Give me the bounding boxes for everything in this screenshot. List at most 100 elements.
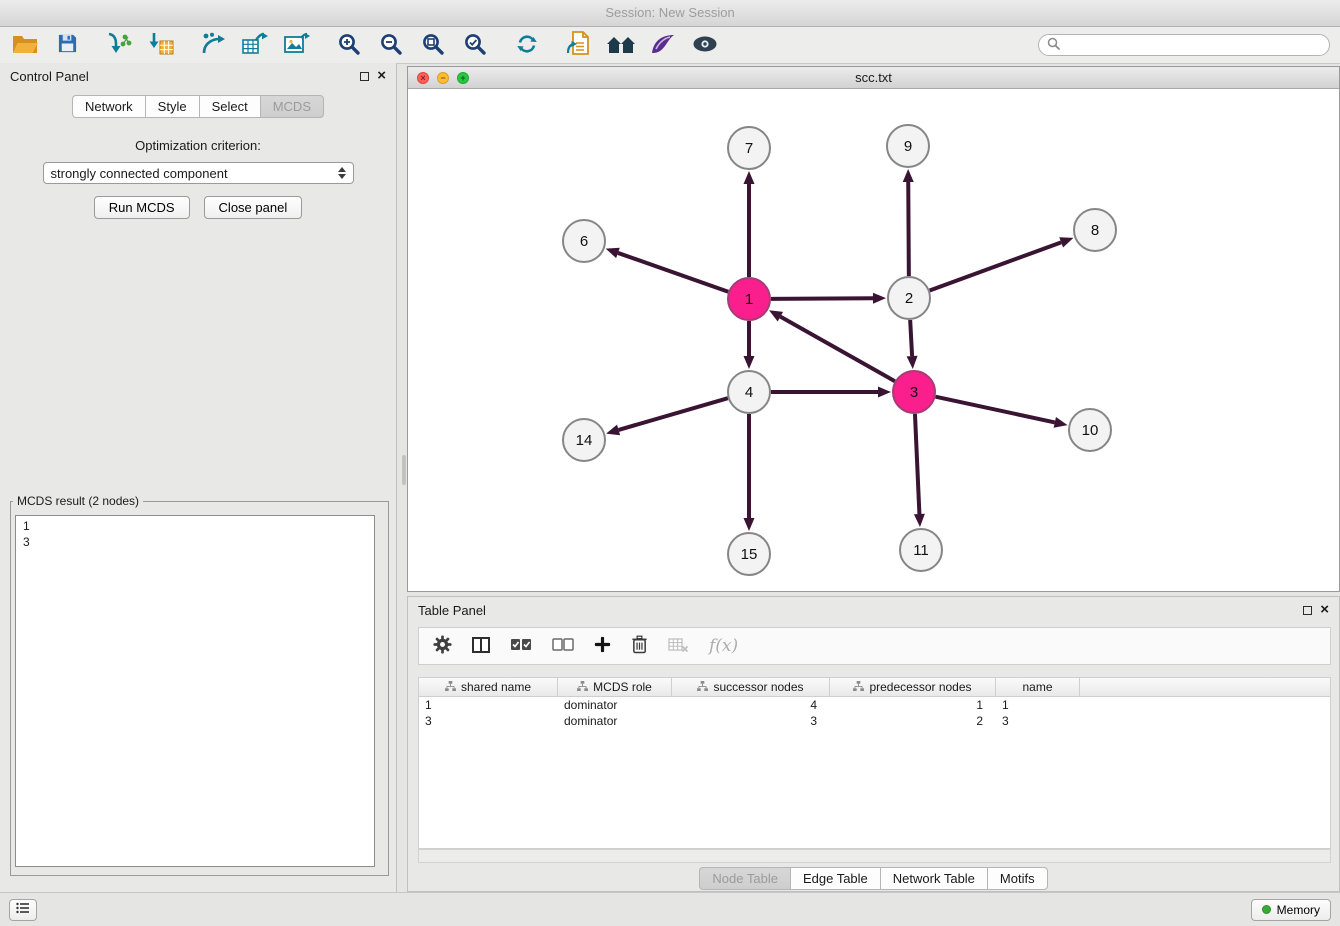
graph-node-1[interactable]: 1 <box>728 278 770 320</box>
open-session-button[interactable] <box>10 30 40 60</box>
show-hide-button[interactable] <box>690 30 720 60</box>
deselect-all-button[interactable] <box>552 632 574 660</box>
export-image-button[interactable] <box>282 30 312 60</box>
save-session-button[interactable] <box>52 30 82 60</box>
graph-edge[interactable] <box>907 320 918 369</box>
tab-motifs[interactable]: Motifs <box>987 867 1048 890</box>
graph-node-2[interactable]: 2 <box>888 277 930 319</box>
cell-mcds-role[interactable]: dominator <box>558 713 672 729</box>
zoom-selected-button[interactable] <box>460 30 490 60</box>
graph-edge[interactable] <box>771 387 891 398</box>
first-neighbors-button[interactable] <box>564 30 594 60</box>
graph-edge[interactable] <box>771 293 886 304</box>
function-builder-button[interactable]: f(x) <box>709 632 738 660</box>
cell-successor-nodes[interactable]: 4 <box>672 697 830 713</box>
tab-edge-table[interactable]: Edge Table <box>790 867 880 890</box>
search-input[interactable] <box>1065 38 1321 52</box>
show-all-button[interactable] <box>606 30 636 60</box>
zoom-fit-button[interactable] <box>418 30 448 60</box>
close-table-panel-icon[interactable]: × <box>1320 604 1329 616</box>
graph-edge[interactable] <box>936 397 1068 428</box>
close-window-icon[interactable]: × <box>417 72 429 84</box>
cell-predecessor-nodes[interactable]: 1 <box>830 697 996 713</box>
table-row[interactable]: 1 dominator 4 1 1 <box>419 697 1330 713</box>
graph-edge[interactable] <box>769 310 895 381</box>
graph-node-8[interactable]: 8 <box>1074 209 1116 251</box>
svg-text:11: 11 <box>913 542 929 559</box>
result-item[interactable]: 1 <box>23 518 374 534</box>
new-network-button[interactable] <box>198 30 228 60</box>
result-item[interactable]: 3 <box>23 534 374 550</box>
style-button[interactable] <box>648 30 678 60</box>
cell-name[interactable]: 3 <box>996 713 1080 729</box>
network-graph[interactable]: 7 9 6 8 1 2 4 3 14 10 15 11 <box>408 90 1339 593</box>
optimization-criterion-select[interactable]: strongly connected component <box>43 162 354 184</box>
tab-mcds[interactable]: MCDS <box>260 95 324 118</box>
graph-edge[interactable] <box>744 171 755 277</box>
document-share-icon <box>567 31 591 60</box>
graph-node-15[interactable]: 15 <box>728 533 770 575</box>
float-panel-icon[interactable] <box>360 72 369 81</box>
table-row[interactable]: 3 dominator 3 2 3 <box>419 713 1330 729</box>
column-header-successor-nodes[interactable]: successor nodes <box>672 678 830 697</box>
cell-shared-name[interactable]: 1 <box>419 697 558 713</box>
graph-edge[interactable] <box>914 414 925 527</box>
graph-edge[interactable] <box>606 248 729 292</box>
memory-button[interactable]: Memory <box>1251 899 1331 921</box>
add-column-button[interactable] <box>594 632 611 660</box>
vertical-splitter-handle[interactable] <box>402 455 406 485</box>
select-all-button[interactable] <box>510 632 532 660</box>
zoom-out-button[interactable] <box>376 30 406 60</box>
graph-node-6[interactable]: 6 <box>563 220 605 262</box>
apply-layout-button[interactable] <box>512 30 542 60</box>
graph-edge[interactable] <box>903 169 914 276</box>
tab-network-table[interactable]: Network Table <box>880 867 987 890</box>
graph-edge[interactable] <box>606 398 728 435</box>
cell-predecessor-nodes[interactable]: 2 <box>830 713 996 729</box>
show-columns-button[interactable] <box>472 632 490 660</box>
mcds-result-list[interactable]: 1 3 <box>15 515 375 867</box>
clone-network-button[interactable] <box>240 30 270 60</box>
task-history-button[interactable] <box>9 899 37 921</box>
cell-name[interactable]: 1 <box>996 697 1080 713</box>
graph-node-11[interactable]: 11 <box>900 529 942 571</box>
tab-select[interactable]: Select <box>199 95 260 118</box>
graph-node-9[interactable]: 9 <box>887 125 929 167</box>
tab-style[interactable]: Style <box>145 95 199 118</box>
graph-node-4[interactable]: 4 <box>728 371 770 413</box>
run-mcds-button[interactable]: Run MCDS <box>94 196 190 219</box>
control-panel-title: Control Panel <box>10 69 89 84</box>
import-table-button[interactable] <box>146 30 176 60</box>
cell-mcds-role[interactable]: dominator <box>558 697 672 713</box>
minimize-window-icon[interactable]: − <box>437 72 449 84</box>
graph-node-3[interactable]: 3 <box>893 371 935 413</box>
close-panel-icon[interactable]: × <box>377 70 386 82</box>
graph-edge[interactable] <box>930 237 1074 290</box>
search-field[interactable] <box>1038 34 1330 56</box>
table-horizontal-scrollbar[interactable] <box>418 849 1331 863</box>
column-header-mcds-role[interactable]: MCDS role <box>558 678 672 697</box>
graph-edge[interactable] <box>744 321 755 369</box>
view-group <box>564 30 720 60</box>
column-header-name[interactable]: name <box>996 678 1080 697</box>
column-header-predecessor-nodes[interactable]: predecessor nodes <box>830 678 996 697</box>
table-options-button[interactable] <box>433 632 452 660</box>
zoom-window-icon[interactable]: + <box>457 72 469 84</box>
column-header-shared-name[interactable]: shared name <box>419 678 558 697</box>
tab-node-table[interactable]: Node Table <box>699 867 790 890</box>
tab-network[interactable]: Network <box>72 95 145 118</box>
graph-node-7[interactable]: 7 <box>728 127 770 169</box>
cell-shared-name[interactable]: 3 <box>419 713 558 729</box>
network-canvas[interactable]: 7 9 6 8 1 2 4 3 14 10 15 11 <box>408 90 1339 591</box>
float-table-panel-icon[interactable] <box>1303 606 1312 615</box>
zoom-in-button[interactable] <box>334 30 364 60</box>
cell-successor-nodes[interactable]: 3 <box>672 713 830 729</box>
graph-node-10[interactable]: 10 <box>1069 409 1111 451</box>
column-label: MCDS role <box>593 680 652 694</box>
graph-node-14[interactable]: 14 <box>563 419 605 461</box>
import-network-button[interactable] <box>104 30 134 60</box>
delete-column-button[interactable] <box>631 632 648 660</box>
close-panel-button[interactable]: Close panel <box>204 196 303 219</box>
graph-edge[interactable] <box>744 414 755 531</box>
delete-table-button[interactable] <box>668 632 689 660</box>
